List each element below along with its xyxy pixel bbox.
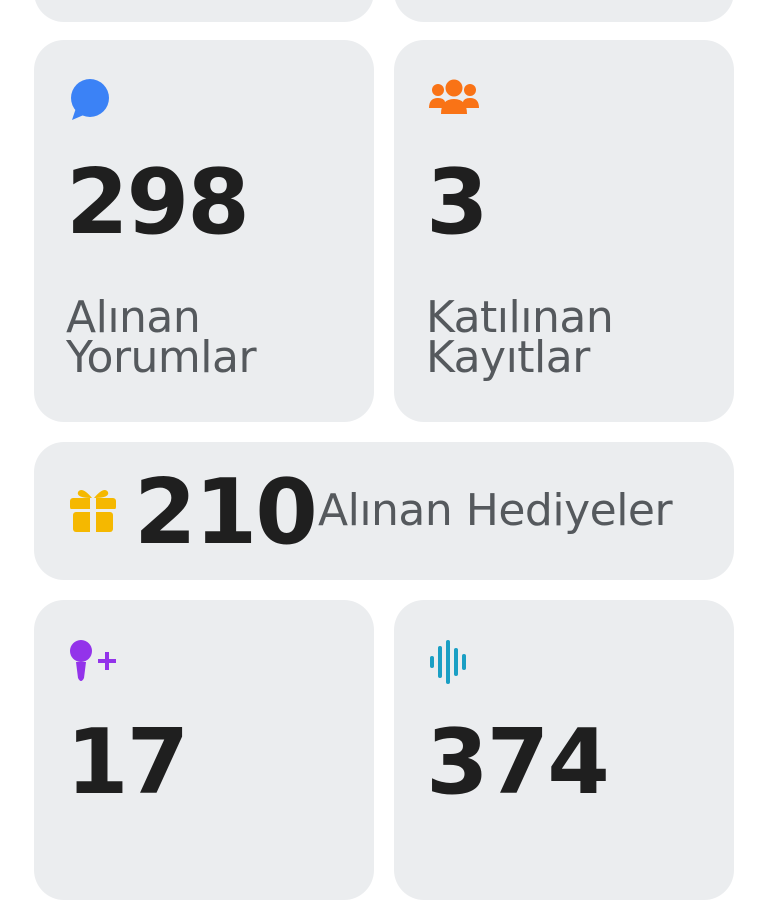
comments-label: Alınan Yorumlar xyxy=(66,292,257,383)
gifts-count: 210 xyxy=(134,460,318,565)
recordings-stat-card[interactable]: 374 xyxy=(394,600,734,900)
participations-count: 3 xyxy=(426,150,489,255)
gift-icon xyxy=(68,486,118,538)
top-left-card[interactable] xyxy=(34,0,374,22)
recordings-count: 374 xyxy=(426,710,610,815)
participations-label: Katılınan Kayıtlar xyxy=(426,292,614,383)
group-icon xyxy=(428,78,480,122)
participations-stat-card[interactable]: 3 Katılınan Kayıtlar xyxy=(394,40,734,422)
karaoke-stat-card[interactable]: 17 xyxy=(34,600,374,900)
gifts-label: Alınan Hediyeler xyxy=(318,485,673,536)
comments-stat-card[interactable]: 298 Alınan Yorumlar xyxy=(34,40,374,422)
sound-wave-icon xyxy=(428,638,472,690)
chat-bubble-icon xyxy=(68,78,114,128)
karaoke-count: 17 xyxy=(66,710,189,815)
gifts-stat-card[interactable]: 210 Alınan Hediyeler xyxy=(34,442,734,580)
microphone-plus-icon xyxy=(68,638,124,690)
comments-count: 298 xyxy=(66,150,250,255)
top-right-card[interactable] xyxy=(394,0,734,22)
